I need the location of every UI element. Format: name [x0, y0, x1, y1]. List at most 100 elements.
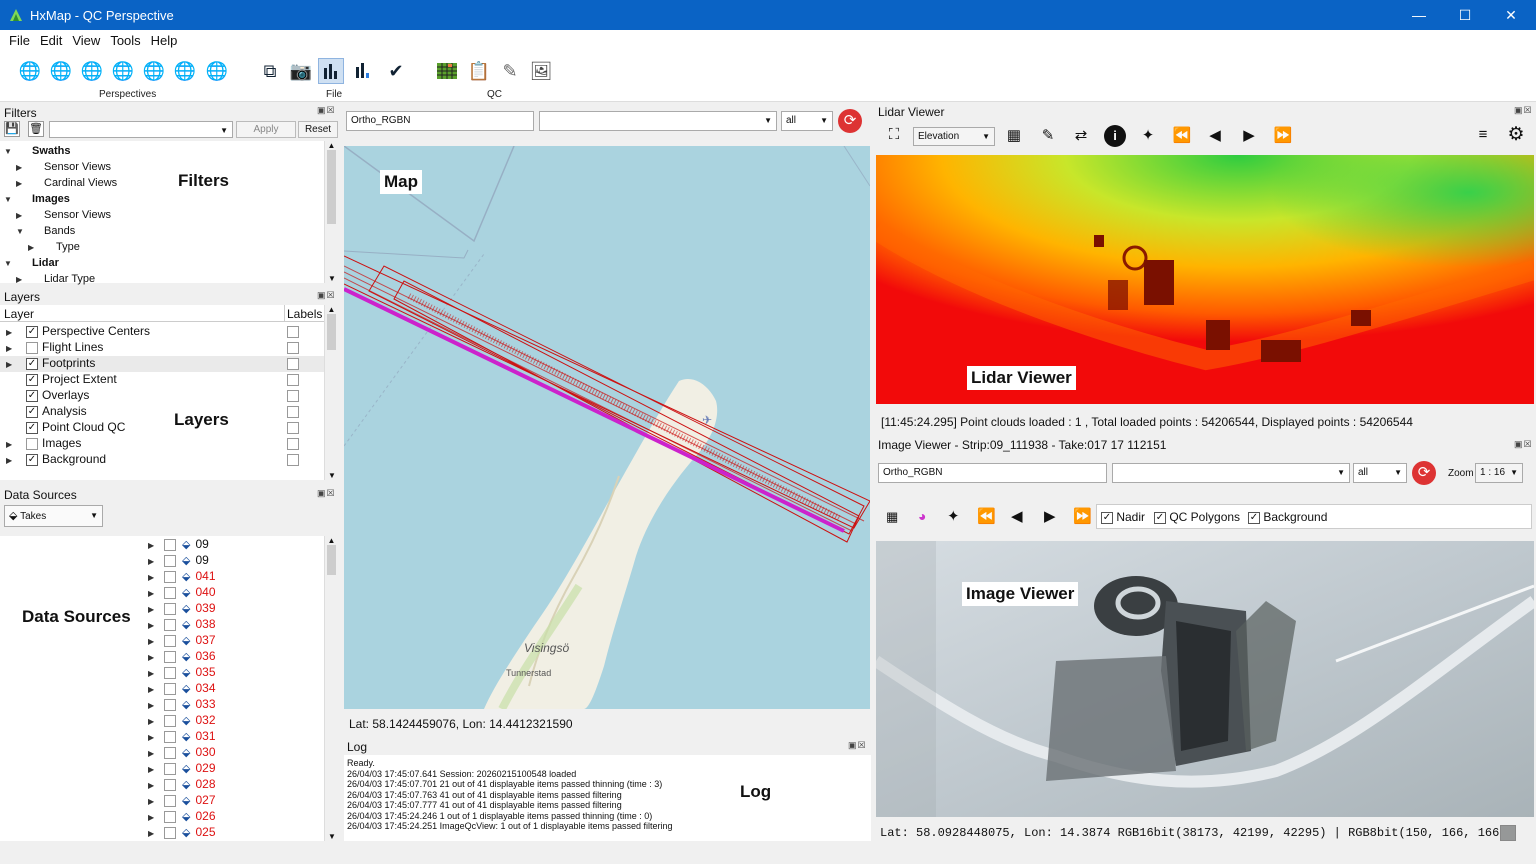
datasources-type-select[interactable]: ⬙ Takes ▼ [4, 505, 103, 527]
expand-open-icon[interactable]: ▼ [16, 227, 26, 236]
menu-view[interactable]: View [67, 30, 105, 48]
apply-button[interactable]: Apply [236, 121, 296, 138]
filter-tree-item[interactable]: ▼ Swaths [4, 145, 71, 161]
play-icon[interactable]: ▶ [1044, 507, 1056, 525]
refresh-icon[interactable]: ⟳ [838, 109, 862, 133]
layer-row[interactable]: ✓ Overlays [0, 388, 324, 404]
fullscreen-icon[interactable]: ⛶ [884, 126, 904, 143]
layer-labels-checkbox[interactable] [287, 342, 299, 354]
datasource-row[interactable]: ▶ ⬙ 035 [148, 665, 216, 681]
magic-wand-icon[interactable]: ✦ [1138, 126, 1158, 144]
play-icon[interactable]: ▶ [1239, 126, 1259, 144]
datasource-row[interactable]: ▶ ⬙ 026 [148, 809, 216, 825]
datasource-row[interactable]: ▶ ⬙ 027 [148, 793, 216, 809]
layer-labels-checkbox[interactable] [287, 422, 299, 434]
checkmark-shield-icon[interactable]: ✔ [383, 58, 409, 84]
datasource-checkbox[interactable] [164, 714, 176, 727]
reset-button[interactable]: Reset [298, 121, 338, 138]
layer-visibility-checkbox[interactable] [26, 438, 38, 451]
swap-icon[interactable]: ⇄ [1071, 126, 1091, 144]
menu-help[interactable]: Help [146, 30, 183, 48]
expand-closed-icon[interactable]: ▶ [148, 637, 158, 646]
expand-closed-icon[interactable]: ▶ [148, 653, 158, 662]
color-wheel-icon[interactable]: ◕ [918, 508, 926, 524]
grid-color-icon[interactable] [434, 58, 460, 84]
list-settings-icon[interactable]: ≡ [1473, 126, 1493, 143]
datasource-row[interactable]: ▶ ⬙ 041 [148, 569, 216, 585]
image-frame-icon[interactable]: 🖼 [528, 58, 554, 84]
datasource-checkbox[interactable] [164, 746, 176, 759]
datasource-row[interactable]: ▶ ⬙ 040 [148, 585, 216, 601]
datasource-row[interactable]: ▶ ⬙ 031 [148, 729, 216, 745]
filters-scrollbar[interactable]: ▲ ▼ [324, 141, 338, 283]
expand-closed-icon[interactable]: ▶ [148, 781, 158, 790]
panel-float-close-icon[interactable]: ▣☒ [1514, 439, 1533, 450]
panel-float-close-icon[interactable]: ▣☒ [1514, 105, 1533, 116]
expand-closed-icon[interactable]: ▶ [148, 573, 158, 582]
layer-row[interactable]: ▶ Images [0, 436, 324, 452]
expand-open-icon[interactable]: ▼ [4, 195, 14, 204]
datasource-row[interactable]: ▶ ⬙ 033 [148, 697, 216, 713]
filter-tree-item[interactable]: ▶ Lidar Type [16, 273, 95, 289]
layer-labels-checkbox[interactable] [287, 390, 299, 402]
datasource-row[interactable]: ▶ ⬙ 09 [148, 553, 209, 569]
expand-closed-icon[interactable]: ▶ [16, 163, 26, 172]
qc-polygons-checkbox[interactable]: ✓ QC Polygons [1154, 510, 1240, 524]
layer-labels-checkbox[interactable] [287, 326, 299, 338]
datasource-checkbox[interactable] [164, 570, 176, 583]
layer-visibility-checkbox[interactable]: ✓ [26, 326, 38, 339]
expand-closed-icon[interactable]: ▶ [148, 765, 158, 774]
info-icon[interactable]: i [1104, 125, 1126, 147]
layers-scrollbar[interactable]: ▲ ▼ [324, 305, 338, 480]
globe-4-icon[interactable]: 🌐 [79, 58, 105, 84]
expand-closed-icon[interactable]: ▶ [148, 685, 158, 694]
layer-visibility-checkbox[interactable]: ✓ [26, 390, 38, 403]
menu-edit[interactable]: Edit [35, 30, 67, 48]
background-checkbox[interactable]: ✓ Background [1248, 510, 1327, 524]
globe-grid-icon[interactable]: 🌐 [141, 58, 167, 84]
layer-labels-checkbox[interactable] [287, 358, 299, 370]
map-filter-select[interactable]: ▼ [539, 111, 777, 131]
layer-visibility-checkbox[interactable]: ✓ [26, 454, 38, 467]
maximize-icon[interactable]: ☐ [1442, 0, 1488, 30]
rewind-icon[interactable]: ⏪ [1172, 126, 1192, 144]
expand-closed-icon[interactable]: ▶ [6, 440, 16, 449]
globe-3d-icon[interactable]: 🌐 [172, 58, 198, 84]
filter-tree-item[interactable]: ▼ Bands [16, 225, 75, 241]
map-layer-field[interactable]: Ortho_RGBN [346, 111, 534, 131]
filter-tree-item[interactable]: ▶ Cardinal Views [16, 177, 117, 193]
expand-closed-icon[interactable]: ▶ [148, 557, 158, 566]
expand-closed-icon[interactable]: ▶ [148, 829, 158, 838]
filter-preset-select[interactable]: ▼ [49, 121, 233, 138]
expand-closed-icon[interactable]: ▶ [6, 344, 16, 353]
zoom-select[interactable]: 1 : 16 ▼ [1475, 463, 1523, 483]
layer-visibility-checkbox[interactable]: ✓ [26, 422, 38, 435]
fast-forward-icon[interactable]: ⏩ [1273, 126, 1293, 144]
datasource-row[interactable]: ▶ ⬙ 038 [148, 617, 216, 633]
layer-row[interactable]: ▶ ✓ Perspective Centers [0, 324, 324, 340]
layer-labels-checkbox[interactable] [287, 406, 299, 418]
expand-closed-icon[interactable]: ▶ [6, 456, 16, 465]
layer-row[interactable]: ✓ Analysis [0, 404, 324, 420]
expand-closed-icon[interactable]: ▶ [6, 360, 16, 369]
datasource-row[interactable]: ▶ ⬙ 032 [148, 713, 216, 729]
pencil-icon[interactable]: ✎ [497, 58, 523, 84]
layer-labels-checkbox[interactable] [287, 374, 299, 386]
datasource-checkbox[interactable] [164, 538, 176, 551]
datasource-checkbox[interactable] [164, 634, 176, 647]
expand-closed-icon[interactable]: ▶ [16, 211, 26, 220]
map-canvas[interactable]: Visingsö Tunnerstad ✈ [344, 146, 870, 709]
calculator-icon[interactable]: ▦ [1004, 126, 1024, 144]
gear-icon[interactable]: ⚙ [1506, 123, 1526, 146]
expand-closed-icon[interactable]: ▶ [148, 733, 158, 742]
expand-closed-icon[interactable]: ▶ [148, 621, 158, 630]
rewind-icon[interactable]: ⏪ [977, 507, 996, 525]
filter-tree-item[interactable]: ▶ Sensor Views [16, 161, 111, 177]
expand-closed-icon[interactable]: ▶ [148, 589, 158, 598]
lidar-mode-select[interactable]: Elevation ▼ [913, 127, 995, 146]
datasource-row[interactable]: ▶ ⬙ 029 [148, 761, 216, 777]
datasource-row[interactable]: ▶ ⬙ 028 [148, 777, 216, 793]
save-icon[interactable]: 💾 [4, 121, 20, 137]
pencil-icon[interactable]: ✎ [1038, 126, 1058, 144]
expand-closed-icon[interactable]: ▶ [148, 749, 158, 758]
